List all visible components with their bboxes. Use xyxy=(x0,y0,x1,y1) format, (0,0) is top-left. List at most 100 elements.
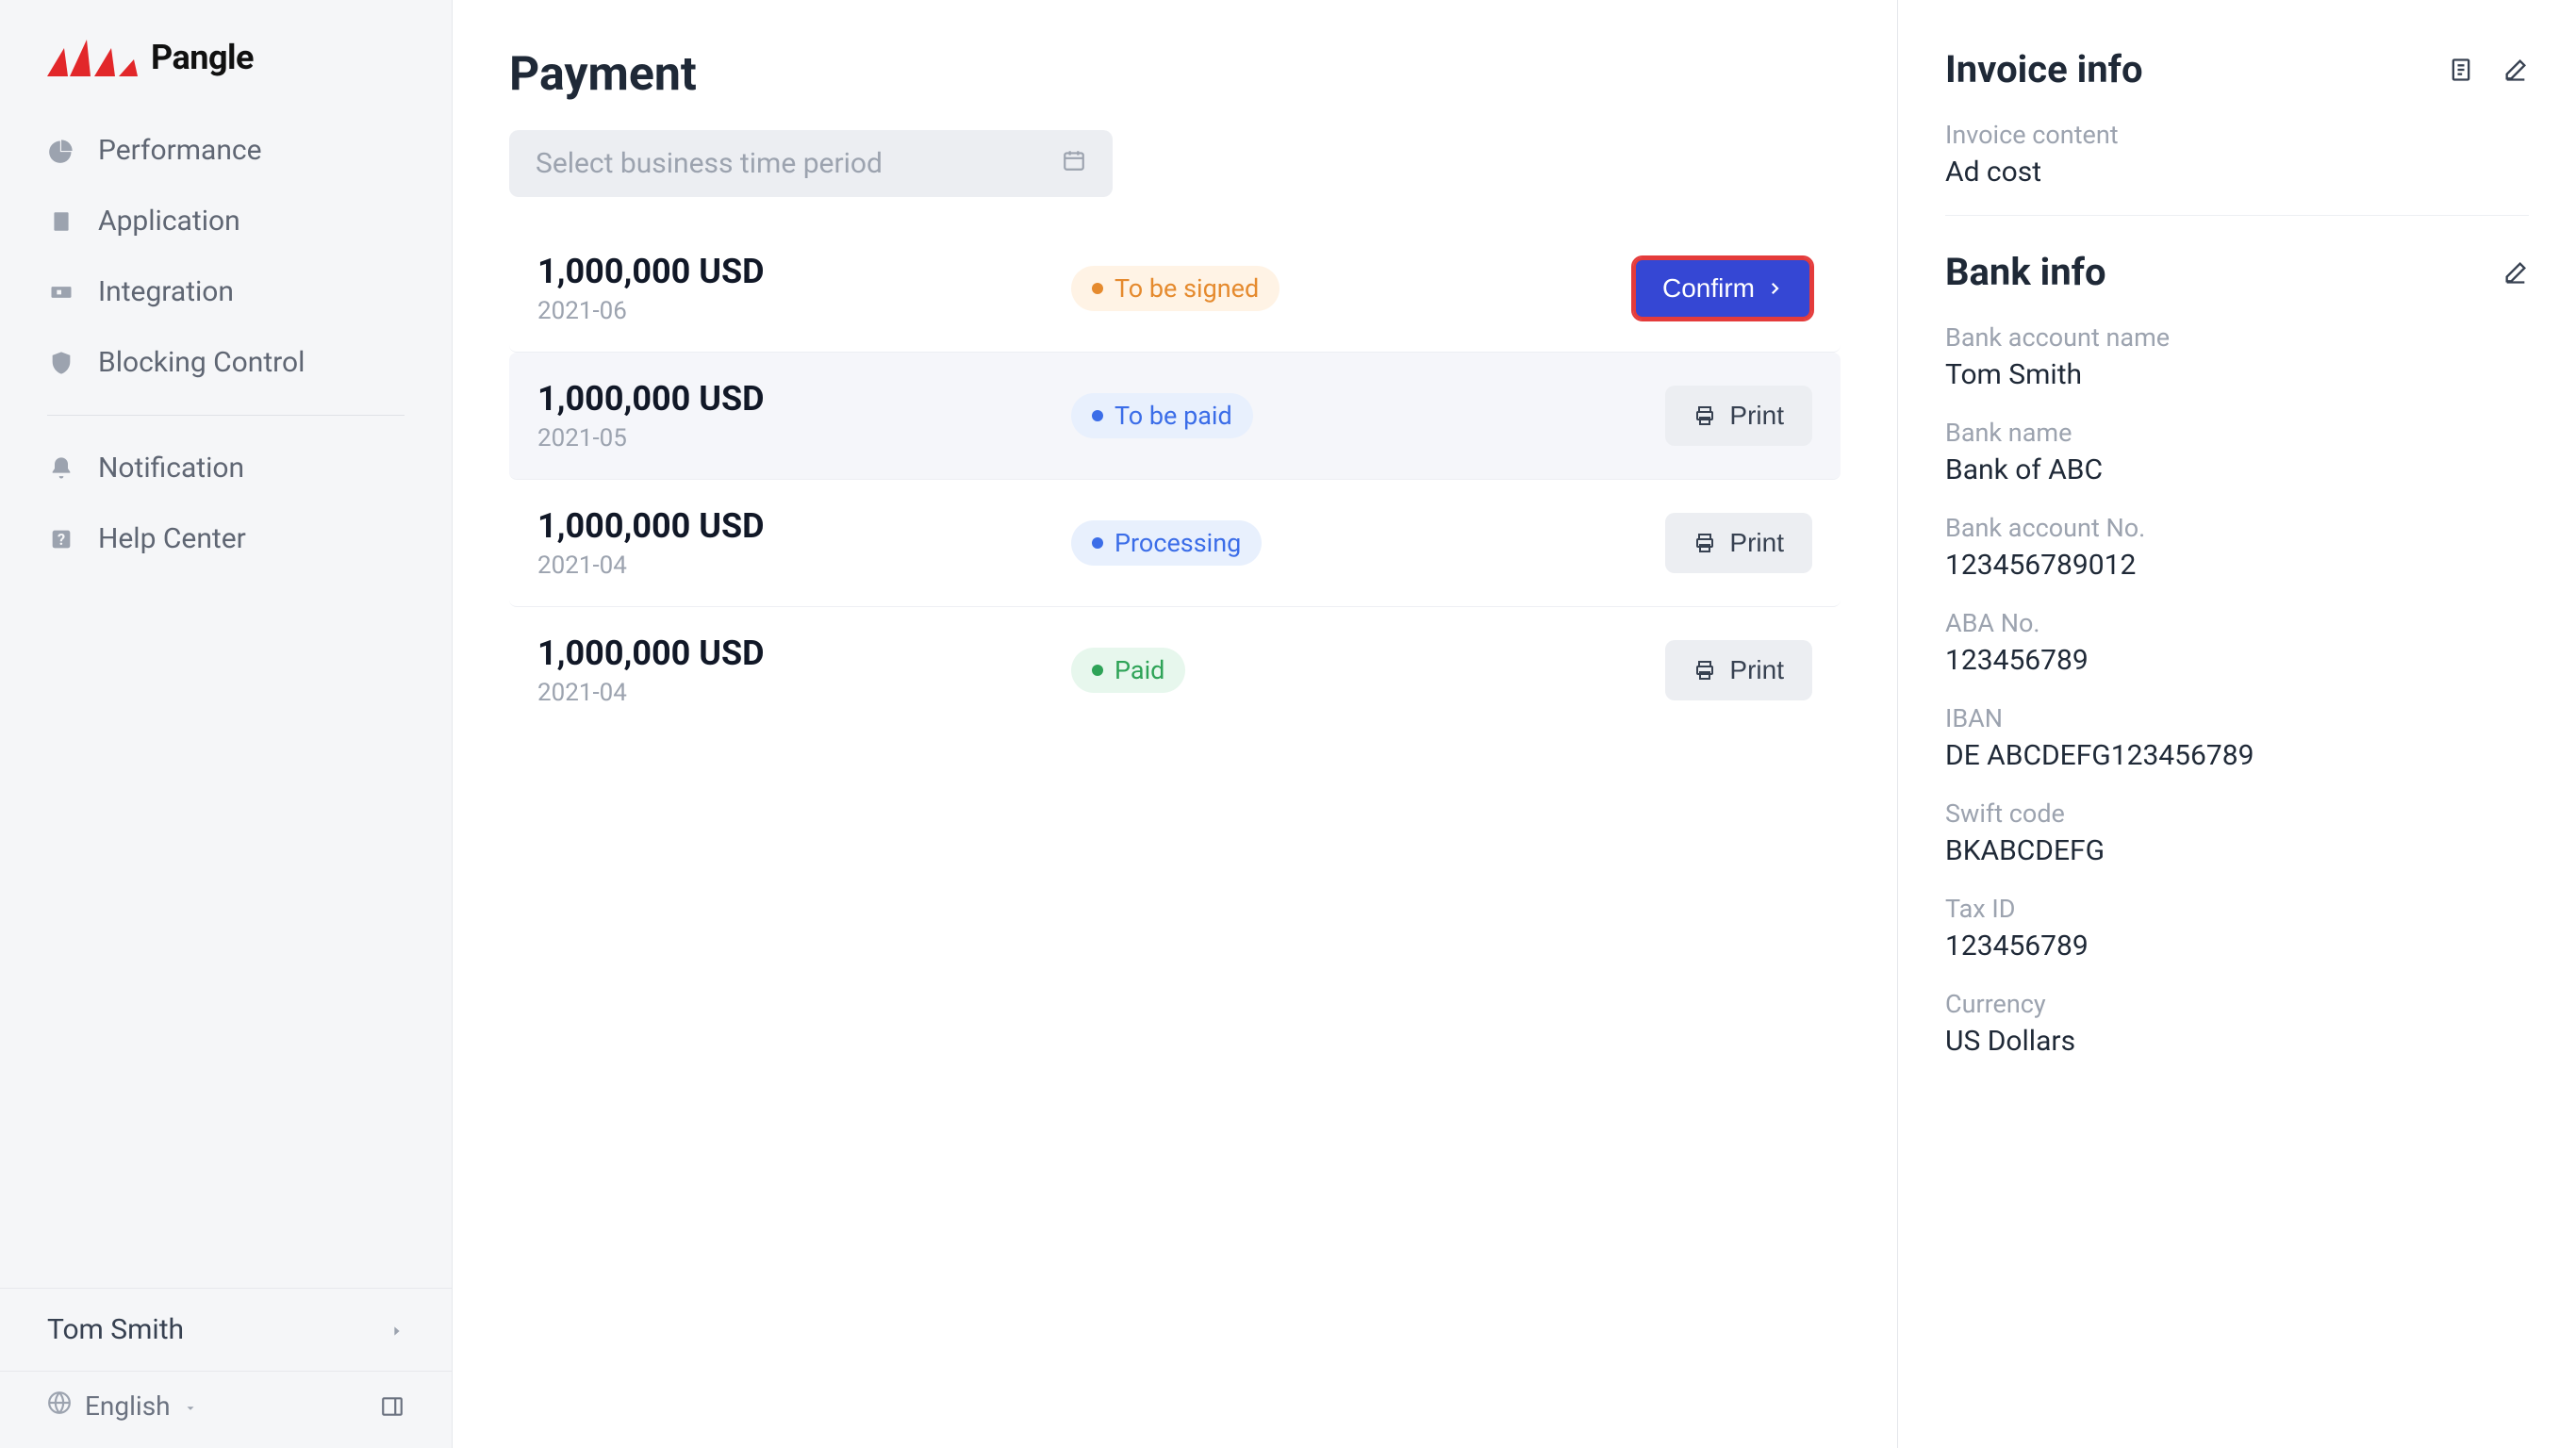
bank-info-header: Bank info xyxy=(1945,250,2529,294)
status-badge: To be signed xyxy=(1071,266,1280,311)
right-panel: Invoice info Invoice content Ad cost Ban… xyxy=(1897,0,2576,1448)
bank-field-value: 123456789 xyxy=(1945,930,2529,963)
print-label: Print xyxy=(1729,528,1784,558)
bank-field: Currency US Dollars xyxy=(1945,989,2529,1058)
sidebar-item-help-center[interactable]: ? Help Center xyxy=(0,503,452,574)
payment-amount: 1,000,000 USD xyxy=(537,252,1071,291)
payment-row[interactable]: 1,000,000 USD 2021-04 Paid Print xyxy=(509,607,1841,733)
chevron-down-icon xyxy=(184,1390,197,1422)
sidebar-item-label: Blocking Control xyxy=(98,346,305,379)
sidebar-item-performance[interactable]: Performance xyxy=(0,115,452,186)
sidebar-item-integration[interactable]: Integration xyxy=(0,256,452,327)
sidebar-item-label: Application xyxy=(98,205,240,238)
payment-list: 1,000,000 USD 2021-06 To be signed Confi… xyxy=(509,225,1841,733)
print-button[interactable]: Print xyxy=(1665,513,1812,573)
status-text: To be signed xyxy=(1115,273,1259,304)
edit-icon[interactable] xyxy=(2502,57,2529,83)
date-range-picker[interactable]: Select business time period xyxy=(509,130,1113,197)
bank-field-value: DE ABCDEFG123456789 xyxy=(1945,739,2529,772)
sidebar-item-notification[interactable]: Notification xyxy=(0,433,452,503)
payment-date: 2021-05 xyxy=(537,424,1071,452)
logo-icon xyxy=(47,39,141,76)
bank-field-label: Swift code xyxy=(1945,798,2529,829)
shield-icon xyxy=(47,349,75,377)
printer-icon xyxy=(1693,532,1716,554)
invoice-info-header: Invoice info xyxy=(1945,47,2529,91)
collapse-icon[interactable] xyxy=(380,1394,405,1419)
status-text: To be paid xyxy=(1115,401,1232,431)
printer-icon xyxy=(1693,659,1716,682)
payment-date: 2021-06 xyxy=(537,297,1071,325)
calendar-icon xyxy=(1062,147,1086,180)
bank-field-label: Bank account No. xyxy=(1945,513,2529,543)
user-menu[interactable]: Tom Smith xyxy=(0,1289,452,1371)
pie-chart-icon xyxy=(47,137,75,165)
bank-field-value: US Dollars xyxy=(1945,1025,2529,1058)
nav-divider xyxy=(47,415,405,416)
bank-field-label: ABA No. xyxy=(1945,608,2529,638)
bank-field-label: IBAN xyxy=(1945,703,2529,733)
panel-divider xyxy=(1945,215,2529,216)
bank-field-label: Tax ID xyxy=(1945,894,2529,924)
logo: Pangle xyxy=(0,0,452,106)
date-placeholder: Select business time period xyxy=(536,147,883,180)
chevron-right-icon xyxy=(389,1313,405,1346)
status-badge: Processing xyxy=(1071,520,1262,566)
payment-row[interactable]: 1,000,000 USD 2021-06 To be signed Confi… xyxy=(509,225,1841,353)
language-selector[interactable]: English xyxy=(0,1371,452,1448)
bank-field: Bank account name Tom Smith xyxy=(1945,322,2529,391)
bank-field: Tax ID 123456789 xyxy=(1945,894,2529,963)
chevron-right-icon xyxy=(1766,280,1783,297)
print-label: Print xyxy=(1729,655,1784,685)
status-dot-icon xyxy=(1092,665,1103,676)
confirm-button[interactable]: Confirm xyxy=(1633,257,1812,320)
status-badge: To be paid xyxy=(1071,393,1253,438)
payment-amount: 1,000,000 USD xyxy=(537,506,1071,546)
print-label: Print xyxy=(1729,401,1784,431)
logo-text: Pangle xyxy=(151,38,254,77)
sidebar-item-application[interactable]: Application xyxy=(0,186,452,256)
status-dot-icon xyxy=(1092,537,1103,549)
svg-text:?: ? xyxy=(58,530,65,548)
bank-field: Bank account No. 123456789012 xyxy=(1945,513,2529,582)
payment-row[interactable]: 1,000,000 USD 2021-05 To be paid Print xyxy=(509,353,1841,480)
payment-row[interactable]: 1,000,000 USD 2021-04 Processing Print xyxy=(509,480,1841,607)
status-text: Processing xyxy=(1115,528,1241,558)
sidebar: Pangle Performance Application Integrati… xyxy=(0,0,453,1448)
payment-amount: 1,000,000 USD xyxy=(537,634,1071,673)
integration-icon xyxy=(47,278,75,306)
edit-icon[interactable] xyxy=(2502,259,2529,286)
bank-field-value: 123456789 xyxy=(1945,644,2529,677)
bank-field-value: Tom Smith xyxy=(1945,358,2529,391)
sidebar-item-label: Help Center xyxy=(98,522,246,555)
status-badge: Paid xyxy=(1071,648,1185,693)
language-label: English xyxy=(85,1390,171,1422)
user-name: Tom Smith xyxy=(47,1313,184,1346)
main-content: Payment Select business time period 1,00… xyxy=(453,0,1897,1448)
print-button[interactable]: Print xyxy=(1665,640,1812,700)
page-title: Payment xyxy=(509,47,1841,102)
nav-list: Performance Application Integration Bloc… xyxy=(0,106,452,1288)
status-dot-icon xyxy=(1092,283,1103,294)
bank-info-title: Bank info xyxy=(1945,250,2106,294)
sidebar-footer: Tom Smith English xyxy=(0,1288,452,1448)
printer-icon xyxy=(1693,404,1716,427)
confirm-label: Confirm xyxy=(1662,273,1755,304)
bank-field: Swift code BKABCDEFG xyxy=(1945,798,2529,867)
sidebar-item-label: Integration xyxy=(98,275,234,308)
sidebar-item-blocking-control[interactable]: Blocking Control xyxy=(0,327,452,398)
bank-field-label: Bank name xyxy=(1945,418,2529,448)
status-dot-icon xyxy=(1092,410,1103,421)
invoice-info-title: Invoice info xyxy=(1945,47,2143,91)
bank-field-label: Bank account name xyxy=(1945,322,2529,353)
status-text: Paid xyxy=(1115,655,1164,685)
invoice-content-value: Ad cost xyxy=(1945,156,2529,189)
help-icon: ? xyxy=(47,525,75,553)
document-icon[interactable] xyxy=(2448,57,2474,83)
payment-date: 2021-04 xyxy=(537,551,1071,580)
document-icon xyxy=(47,207,75,236)
print-button[interactable]: Print xyxy=(1665,386,1812,446)
bank-field: Bank name Bank of ABC xyxy=(1945,418,2529,486)
bell-icon xyxy=(47,454,75,483)
sidebar-item-label: Performance xyxy=(98,134,262,167)
